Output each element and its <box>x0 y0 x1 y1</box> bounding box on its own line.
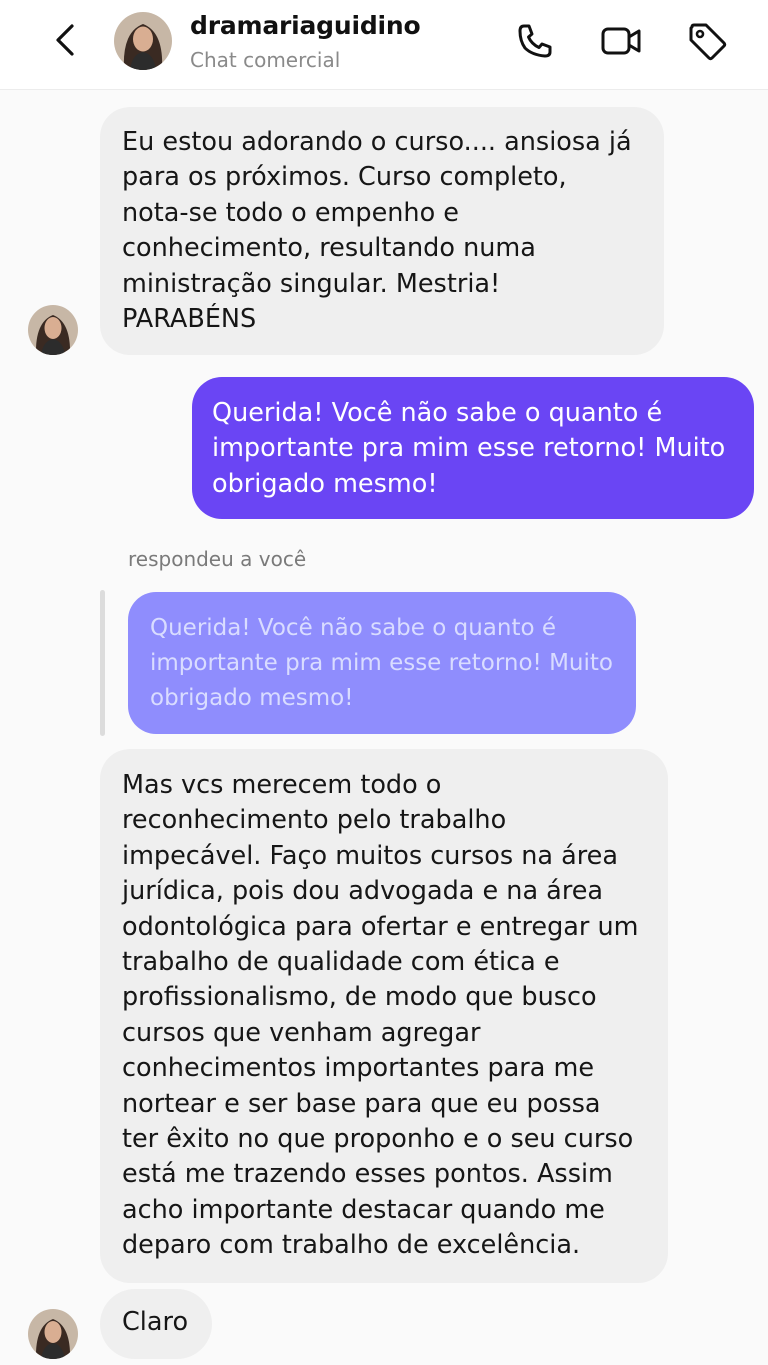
video-camera-icon[interactable] <box>598 18 644 64</box>
message-line: Claro <box>122 1307 189 1337</box>
message-line: Mas vcs merecem todo o <box>122 770 442 800</box>
dm-screen: dramariaguidino Chat comercial Eu estou … <box>0 0 768 1365</box>
message-line: conhecimentos importantes para me <box>122 1053 595 1084</box>
message-thread[interactable]: Eu estou adorando o curso.... ansiosa já… <box>0 91 768 1365</box>
message-bubble-outgoing[interactable]: Querida! Você não sabe o quanto é import… <box>192 377 754 519</box>
chat-header: dramariaguidino Chat comercial <box>0 0 768 90</box>
sender-avatar[interactable] <box>28 1309 78 1359</box>
message-line: nota-se todo o empenho e <box>122 197 459 228</box>
reply-bar <box>100 590 105 736</box>
phone-icon[interactable] <box>512 18 558 64</box>
message-line: acho importante destacar quando me <box>122 1194 605 1225</box>
message-bubble-incoming[interactable]: Mas vcs merecem todo o reconhecimento pe… <box>100 749 668 1283</box>
chevron-left-icon[interactable] <box>46 20 86 60</box>
sender-avatar[interactable] <box>28 305 78 355</box>
message-line: conhecimento, resultando numa <box>122 233 536 264</box>
chat-subtitle: Chat comercial <box>190 48 341 72</box>
message-line: impecável. Faço muitos cursos na área <box>122 840 618 871</box>
message-bubble-incoming[interactable]: Eu estou adorando o curso.... ansiosa já… <box>100 107 664 355</box>
quoted-line: Querida! Você não sabe o quanto é <box>150 615 557 641</box>
message-bubble-incoming[interactable]: Claro <box>100 1289 212 1359</box>
message-line: trabalho de qualidade com ética e <box>122 947 560 978</box>
message-line: para os próximos. Curso completo, <box>122 162 567 193</box>
contact-username[interactable]: dramariaguidino <box>190 11 421 40</box>
message-line: nortear e ser base para que eu possa <box>122 1088 601 1119</box>
message-line: está me trazendo esses pontos. Assim <box>122 1159 613 1190</box>
quoted-line: importante pra mim esse retorno! Muito <box>150 650 613 676</box>
message-line: odontológica para ofertar e entregar um <box>122 911 639 942</box>
message-line: obrigado mesmo! <box>212 468 438 499</box>
message-line: cursos que venham agregar <box>122 1017 481 1048</box>
message-line: Eu estou adorando o curso.... ansiosa já <box>122 127 632 157</box>
message-line: profissionalismo, de modo que busco <box>122 982 597 1013</box>
message-line: reconhecimento pelo trabalho <box>122 805 507 836</box>
quoted-line: obrigado mesmo! <box>150 685 354 711</box>
message-line: ter êxito no que proponho e o seu curso <box>122 1124 634 1155</box>
message-line: importante pra mim esse retorno! Muito <box>212 433 726 464</box>
tag-icon[interactable] <box>684 18 730 64</box>
avatar[interactable] <box>114 12 172 70</box>
message-line: ministração singular. Mestria! <box>122 268 501 299</box>
reply-indicator: respondeu a você <box>128 547 307 571</box>
message-line: deparo com trabalho de excelência. <box>122 1230 581 1261</box>
message-line: PARABÉNS <box>122 304 257 335</box>
quoted-message[interactable]: Querida! Você não sabe o quanto é import… <box>128 592 636 734</box>
message-line: Querida! Você não sabe o quanto é <box>212 398 663 428</box>
message-line: jurídica, pois dou advogada e na área <box>122 876 604 907</box>
